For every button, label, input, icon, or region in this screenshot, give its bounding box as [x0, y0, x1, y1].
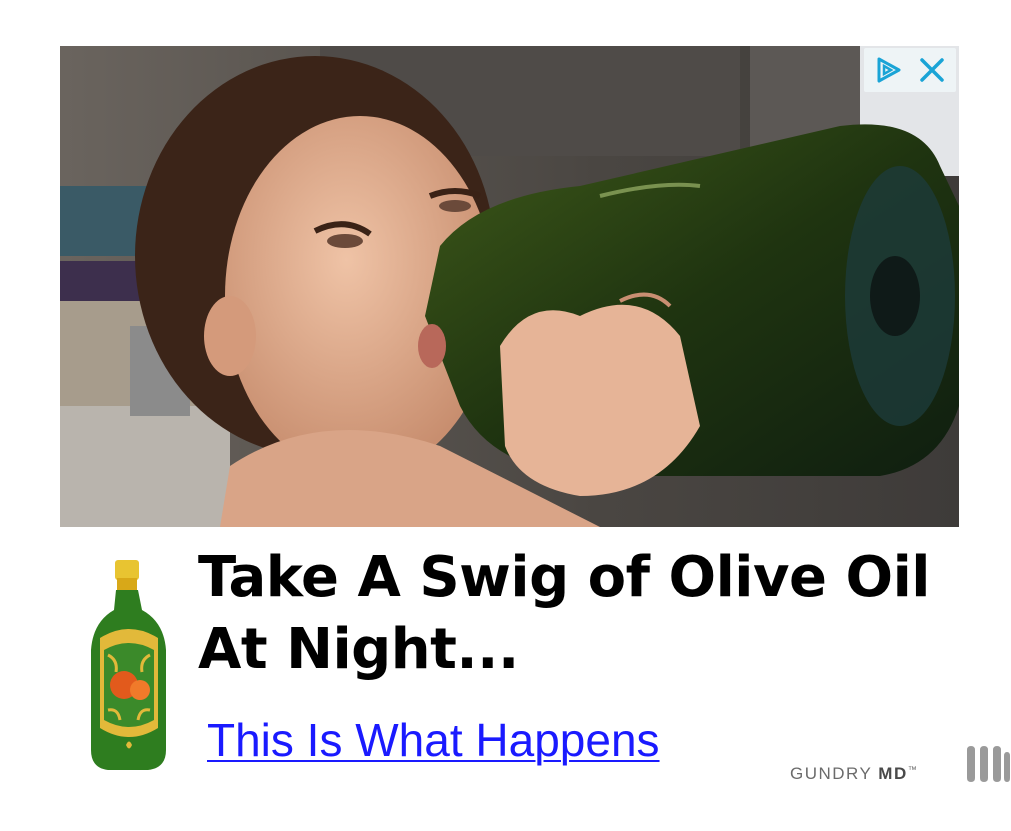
- ad-cta-link[interactable]: This Is What Happens: [207, 710, 660, 770]
- close-button[interactable]: [914, 52, 950, 88]
- brand-logo[interactable]: GUNDRY MD™: [790, 764, 917, 784]
- brand-name: GUNDRY: [790, 764, 873, 783]
- close-icon: [920, 58, 944, 82]
- brand-suffix: MD: [878, 764, 908, 783]
- ad-container[interactable]: Take A Swig of Olive Oil At Night... Thi…: [0, 0, 1011, 831]
- ad-photo[interactable]: [60, 46, 959, 527]
- adchoices-button[interactable]: [870, 52, 906, 88]
- adchoices-play-icon: [877, 57, 901, 83]
- adchoices-bar: [864, 48, 956, 92]
- ad-headline[interactable]: Take A Swig of Olive Oil At Night...: [198, 542, 958, 686]
- ad-network-logo-icon[interactable]: [964, 744, 1011, 784]
- olive-oil-bottle-icon: [91, 560, 166, 770]
- brand-trademark: ™: [907, 764, 917, 775]
